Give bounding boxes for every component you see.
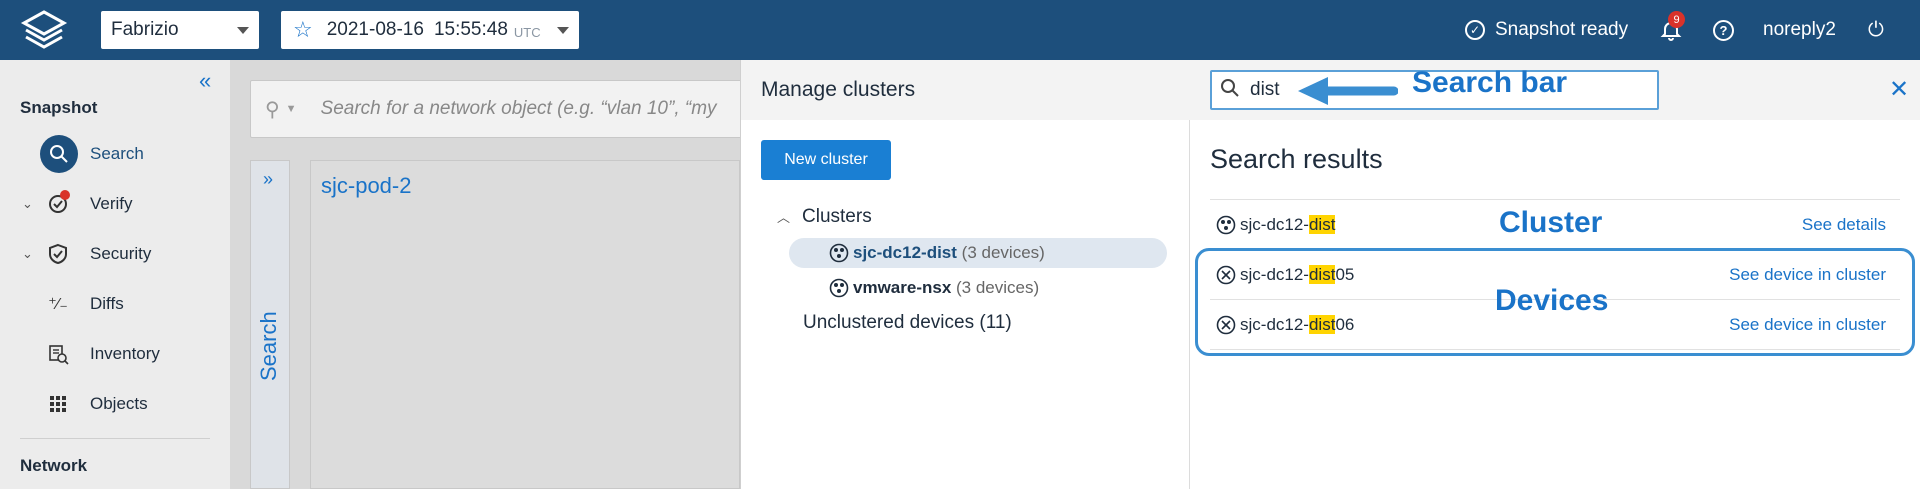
check-circle-icon: ✓ <box>1465 20 1485 40</box>
diff-icon: ⁺∕₋ <box>48 296 68 313</box>
power-icon[interactable]: ⏻ <box>1868 0 1884 60</box>
sidebar-item-verify[interactable]: ⌄ Verify <box>0 184 230 224</box>
sidebar-item-inventory[interactable]: Inventory <box>0 334 230 374</box>
search-tab-label: Search <box>256 311 281 381</box>
annotation-arrow-icon <box>1298 77 1398 105</box>
top-bar: Fabrizio ☆ 2021-08-16 15:55:48 UTC ✓ Sna… <box>0 0 1920 60</box>
sidebar-item-label: Inventory <box>90 344 160 363</box>
snapshot-select[interactable]: ☆ 2021-08-16 15:55:48 UTC <box>281 11 579 49</box>
cluster-device-count: (3 devices) <box>956 278 1040 297</box>
clusters-tree-heading[interactable]: ︿ Clusters <box>777 206 872 228</box>
sidebar-item-label: Verify <box>90 194 133 213</box>
notification-badge: 9 <box>1668 11 1685 28</box>
collapse-sidebar-icon[interactable]: « <box>199 68 211 94</box>
sidebar-item-objects[interactable]: Objects <box>0 384 230 424</box>
divider <box>1210 199 1900 200</box>
sidebar-item-label: Search <box>90 144 144 163</box>
network-select-value: Fabrizio <box>111 19 179 40</box>
inventory-icon <box>46 342 70 366</box>
search-results-title: Search results <box>1210 144 1383 174</box>
cluster-item[interactable]: sjc-dc12-dist (3 devices) <box>789 238 1167 268</box>
chevron-down-icon <box>557 27 569 34</box>
cluster-icon <box>829 278 849 298</box>
chevron-down-icon <box>237 27 249 34</box>
notifications-button[interactable] <box>1660 0 1682 60</box>
sidebar-item-security[interactable]: ⌄ Security <box>0 234 230 274</box>
cluster-device-count: (3 devices) <box>961 243 1045 262</box>
annotation-devices: Devices <box>1495 284 1609 317</box>
see-details-link[interactable]: See details <box>1802 215 1886 235</box>
sidebar-item-label: Objects <box>90 394 148 413</box>
search-icon <box>40 135 78 173</box>
search-icon <box>1220 78 1240 104</box>
manage-clusters-drawer: Manage clusters Search bar ✕ New cluster… <box>740 60 1920 489</box>
sidebar-item-diffs[interactable]: ⁺∕₋ Diffs <box>0 284 230 324</box>
sidebar-item-label: Diffs <box>90 294 124 313</box>
cluster-item[interactable]: vmware-nsx (3 devices) <box>789 273 1167 303</box>
app-logo-icon[interactable] <box>18 8 70 52</box>
drawer-header: Manage clusters Search bar ✕ <box>741 60 1920 120</box>
snapshot-status-text: Snapshot ready <box>1495 19 1629 40</box>
chevron-down-icon[interactable]: ▼ <box>286 103 297 115</box>
unclustered-devices[interactable]: Unclustered devices (11) <box>803 312 1012 334</box>
new-cluster-button[interactable]: New cluster <box>761 140 891 180</box>
sidebar-item-search[interactable]: Search <box>0 134 230 174</box>
shield-icon <box>46 242 70 266</box>
annotation-search-bar: Search bar <box>1412 66 1568 99</box>
search-icon: ⚲ <box>265 98 280 121</box>
alert-dot <box>60 190 70 200</box>
expand-icon[interactable]: » <box>263 169 273 190</box>
sidebar-heading-network[interactable]: Network <box>20 456 87 476</box>
network-object-search[interactable]: ⚲ ▼ Search for a network object (e.g. “v… <box>250 80 760 138</box>
clusters-heading: Clusters <box>802 206 872 227</box>
close-icon[interactable]: ✕ <box>1889 75 1909 104</box>
sidebar: « Snapshot Search ⌄ Verify ⌄ Security ⁺∕… <box>0 60 230 489</box>
help-icon: ? <box>1713 19 1734 41</box>
cluster-icon <box>1216 215 1236 235</box>
sidebar-item-label: Security <box>90 244 152 263</box>
pod-title[interactable]: sjc-pod-2 <box>321 173 411 199</box>
network-select[interactable]: Fabrizio <box>101 11 259 49</box>
pod-panel: sjc-pod-2 <box>310 160 740 489</box>
user-menu[interactable]: noreply2 <box>1763 0 1836 60</box>
grid-icon <box>46 392 70 416</box>
chevron-down-icon[interactable]: ⌄ <box>22 196 33 212</box>
snapshot-status: ✓ Snapshot ready <box>1465 0 1628 60</box>
cluster-name: vmware-nsx <box>853 278 952 297</box>
search-side-tab[interactable]: » Search <box>250 160 290 489</box>
result-match-highlight: dist <box>1308 215 1336 234</box>
snapshot-date: 2021-08-16 <box>326 19 424 40</box>
cluster-icon <box>829 243 849 263</box>
snapshot-timezone: UTC <box>513 24 541 40</box>
cluster-name: sjc-dc12-dist <box>853 243 957 262</box>
sidebar-heading-snapshot: Snapshot <box>20 98 98 117</box>
help-button[interactable]: ? <box>1713 0 1734 60</box>
chevron-up-icon: ︿ <box>777 210 791 225</box>
search-placeholder: Search for a network object (e.g. “vlan … <box>320 98 717 119</box>
star-icon[interactable]: ☆ <box>293 19 313 41</box>
drawer-title: Manage clusters <box>761 78 916 101</box>
annotation-cluster: Cluster <box>1499 206 1603 239</box>
snapshot-time: 15:55:48 <box>433 19 508 40</box>
chevron-down-icon[interactable]: ⌄ <box>22 246 33 262</box>
result-name: sjc-dc12-dist <box>1240 215 1336 235</box>
result-name-prefix: sjc-dc12- <box>1240 215 1309 234</box>
column-divider <box>1189 120 1190 489</box>
divider <box>20 438 210 439</box>
